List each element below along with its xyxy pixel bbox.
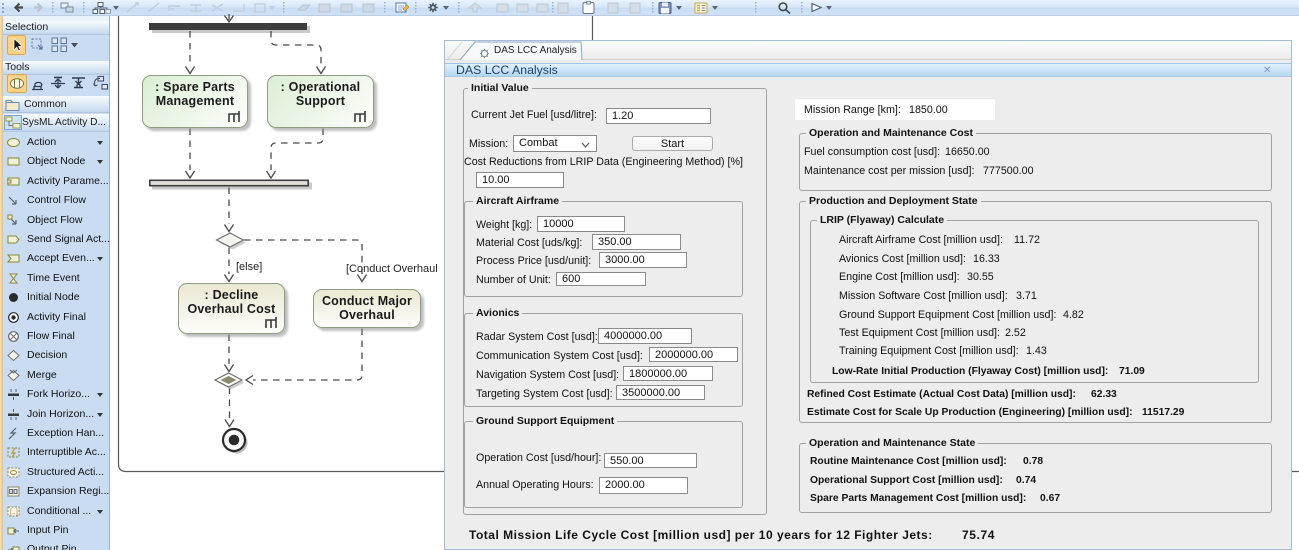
- svg-text:[else]: [else]: [236, 261, 262, 273]
- svg-text:[Conduct Overhaul: [Conduct Overhaul: [346, 263, 438, 275]
